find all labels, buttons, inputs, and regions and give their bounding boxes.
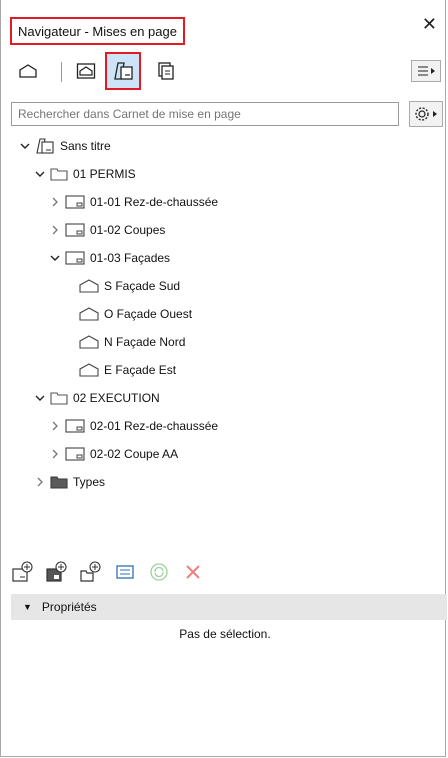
delete-icon [179,558,207,586]
layout-sheet-icon [65,223,85,237]
tree-item-layout[interactable]: 01-03 Façades [49,247,170,269]
layout-settings-icon[interactable] [111,558,139,586]
chevron-down-icon[interactable] [34,168,46,180]
new-subset-icon[interactable] [77,558,105,586]
bottom-toolbar [9,558,213,586]
tree-item-label: S Façade Sud [104,279,181,293]
layout-sheet-icon [65,251,85,265]
toolbar-separator [61,62,62,82]
elevation-view-icon [79,335,99,349]
chevron-down-icon[interactable] [34,392,46,404]
folder-icon [50,391,68,405]
window-title: Navigateur - Mises en page [10,17,185,45]
layout-sheet-icon [65,419,85,433]
chevron-right-icon[interactable] [34,476,46,488]
tree-item-folder[interactable]: 02 EXECUTION [34,387,160,409]
view-map-icon[interactable] [71,56,101,86]
tree-item-layout[interactable]: 02-02 Coupe AA [49,443,178,465]
tree-item-folder[interactable]: Types [34,471,105,493]
tree-item-label: 02-01 Rez-de-chaussée [90,419,219,433]
tree-item-label: 01-02 Coupes [90,223,166,237]
tree-item-label: 02-02 Coupe AA [90,447,179,461]
tree-item-label: 02 EXECUTION [73,391,160,405]
publisher-sets-icon[interactable] [151,56,181,86]
navigator-panel: Navigateur - Mises en page ✕ Sans titre [0,0,448,757]
layout-book-icon [35,138,55,154]
layout-sheet-icon [65,195,85,209]
chevron-down-icon[interactable] [49,252,61,264]
no-selection-text: Pas de sélection. [179,627,271,641]
tree-item-label: N Façade Nord [104,335,186,349]
elevation-view-icon [79,279,99,293]
close-icon[interactable]: ✕ [422,14,437,35]
tree-item-label: Types [73,475,106,489]
new-layout-icon[interactable] [9,558,37,586]
folder-icon [50,167,68,181]
collapse-triangle-icon[interactable]: ▼ [23,602,32,612]
layout-book-icon[interactable] [105,52,141,90]
chevron-down-icon[interactable] [19,140,31,152]
master-folder-icon [50,475,68,489]
new-master-layout-icon[interactable] [43,558,71,586]
tree-item-label: O Façade Ouest [104,307,193,321]
chevron-right-icon[interactable] [49,448,61,460]
tree-item-drawing[interactable]: O Façade Ouest [79,303,192,325]
chevron-right-icon[interactable] [49,224,61,236]
tree-item-layout[interactable]: 02-01 Rez-de-chaussée [49,415,218,437]
tree-item-folder[interactable]: 01 PERMIS [34,163,136,185]
tree-item-label: E Façade Est [104,363,177,377]
search-input[interactable] [11,102,399,126]
tree-item-label: 01-01 Rez-de-chaussée [90,195,219,209]
tree-item-drawing[interactable]: S Façade Sud [79,275,180,297]
tree-root-label: Sans titre [60,139,111,153]
tree-item-label: 01 PERMIS [73,167,136,181]
tree-item-label: 01-03 Façades [90,251,171,265]
project-map-icon[interactable] [13,56,43,86]
tree-item-layout[interactable]: 01-01 Rez-de-chaussée [49,191,218,213]
tree-item-drawing[interactable]: N Façade Nord [79,331,185,353]
navigator-toolbar [1,52,448,90]
tree-item-layout[interactable]: 01-02 Coupes [49,219,165,241]
elevation-view-icon [79,307,99,321]
layout-sheet-icon [65,447,85,461]
tree-root[interactable]: Sans titre [19,135,111,157]
chevron-right-icon[interactable] [49,196,61,208]
tree-item-drawing[interactable]: E Façade Est [79,359,176,381]
properties-header[interactable]: ▼ Propriétés [11,594,447,620]
title-bar: Navigateur - Mises en page ✕ [1,0,448,45]
elevation-view-icon [79,363,99,377]
settings-gear-button[interactable] [409,101,443,127]
update-icon [145,558,173,586]
chevron-right-icon[interactable] [49,420,61,432]
properties-title: Propriétés [41,600,97,614]
panel-menu-button[interactable] [411,60,441,82]
